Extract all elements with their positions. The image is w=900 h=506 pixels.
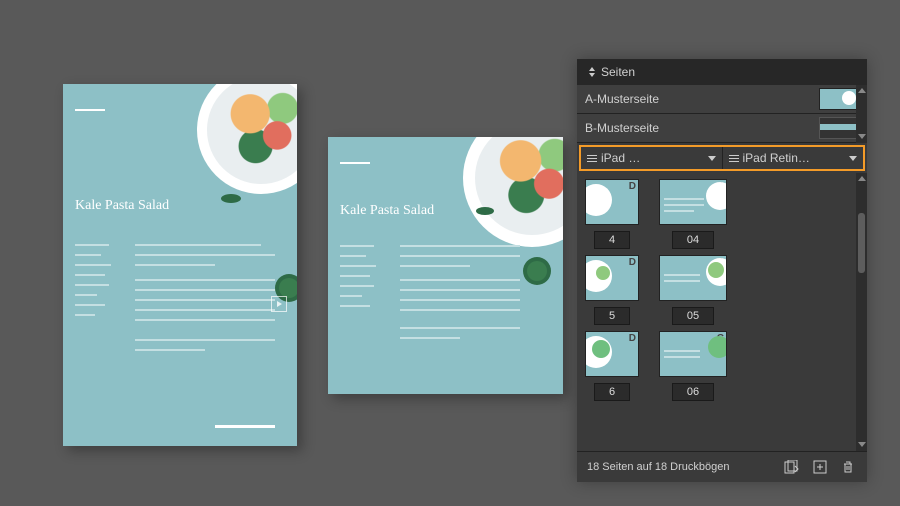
deco-line bbox=[340, 162, 370, 164]
master-page-row[interactable]: A-Musterseite bbox=[577, 85, 867, 114]
chevron-down-icon bbox=[708, 156, 716, 161]
edit-page-size-button[interactable] bbox=[783, 458, 801, 476]
page-preview-landscape[interactable]: Kale Pasta Salad bbox=[328, 137, 563, 394]
recipe-title: Kale Pasta Salad bbox=[340, 203, 434, 219]
scroll-up-icon bbox=[857, 87, 867, 95]
page-thumb[interactable]: D bbox=[585, 179, 639, 225]
page-thumb[interactable]: D bbox=[585, 255, 639, 301]
expand-icon bbox=[587, 67, 597, 77]
delete-page-button[interactable] bbox=[839, 458, 857, 476]
new-page-button[interactable] bbox=[811, 458, 829, 476]
master-thumb-a[interactable] bbox=[819, 88, 859, 110]
small-bowl bbox=[523, 257, 551, 285]
plate-illustration bbox=[197, 84, 297, 194]
layout-rows-icon bbox=[587, 155, 597, 162]
leaf-accent bbox=[221, 194, 241, 203]
thumbs-scrollbar[interactable] bbox=[856, 173, 867, 451]
page-thumb[interactable]: C bbox=[659, 179, 727, 225]
play-button-icon[interactable] bbox=[271, 296, 287, 312]
page-preview-portrait[interactable]: Kale Pasta Salad bbox=[63, 84, 297, 446]
plate-illustration bbox=[463, 137, 563, 247]
thumb-column-right: C 04 C 05 C 06 bbox=[659, 179, 727, 401]
layout-label: iPad … bbox=[601, 151, 704, 165]
layout-dropdown-ipad-retina[interactable]: iPad Retin… bbox=[722, 147, 864, 169]
page-thumb[interactable]: C bbox=[659, 331, 727, 377]
scroll-down-icon bbox=[857, 133, 867, 141]
chevron-down-icon bbox=[849, 156, 857, 161]
leaf-accent bbox=[476, 207, 494, 215]
deco-line bbox=[75, 109, 105, 111]
master-thumb-b[interactable] bbox=[819, 117, 859, 139]
page-number-label: 4 bbox=[594, 231, 630, 249]
scroll-up-icon bbox=[857, 175, 867, 183]
pages-panel: Seiten A-Musterseite B-Musterseite iPad … bbox=[577, 59, 867, 482]
panel-footer: 18 Seiten auf 18 Druckbögen bbox=[577, 451, 867, 482]
panel-tab-label: Seiten bbox=[601, 65, 635, 79]
layout-label: iPad Retin… bbox=[743, 151, 846, 165]
page-thumbnails-area: D 4 D 5 D 6 C bbox=[577, 173, 867, 407]
page-number-label: 06 bbox=[672, 383, 714, 401]
master-page-label: A-Musterseite bbox=[585, 92, 659, 106]
document-canvas: Kale Pasta Salad bbox=[0, 0, 578, 506]
master-page-row[interactable]: B-Musterseite bbox=[577, 114, 867, 143]
thumb-column-left: D 4 D 5 D 6 bbox=[585, 179, 639, 401]
page-number-label: 6 bbox=[594, 383, 630, 401]
page-number-label: 04 bbox=[672, 231, 714, 249]
master-marker: D bbox=[629, 333, 636, 344]
alternate-layout-bar: iPad … iPad Retin… bbox=[579, 145, 865, 171]
page-number-label: 5 bbox=[594, 307, 630, 325]
master-marker: D bbox=[629, 257, 636, 268]
page-number-label: 05 bbox=[672, 307, 714, 325]
page-thumb[interactable]: D bbox=[585, 331, 639, 377]
panel-tab-seiten[interactable]: Seiten bbox=[577, 59, 867, 85]
page-count-status: 18 Seiten auf 18 Druckbögen bbox=[587, 461, 730, 473]
layout-dropdown-ipad[interactable]: iPad … bbox=[581, 147, 722, 169]
page-thumb[interactable]: C bbox=[659, 255, 727, 301]
master-marker: D bbox=[629, 181, 636, 192]
scroll-down-icon bbox=[857, 441, 867, 449]
recipe-title: Kale Pasta Salad bbox=[75, 198, 169, 214]
master-scrollbar[interactable] bbox=[856, 85, 867, 143]
master-page-label: B-Musterseite bbox=[585, 121, 659, 135]
layout-rows-icon bbox=[729, 155, 739, 162]
